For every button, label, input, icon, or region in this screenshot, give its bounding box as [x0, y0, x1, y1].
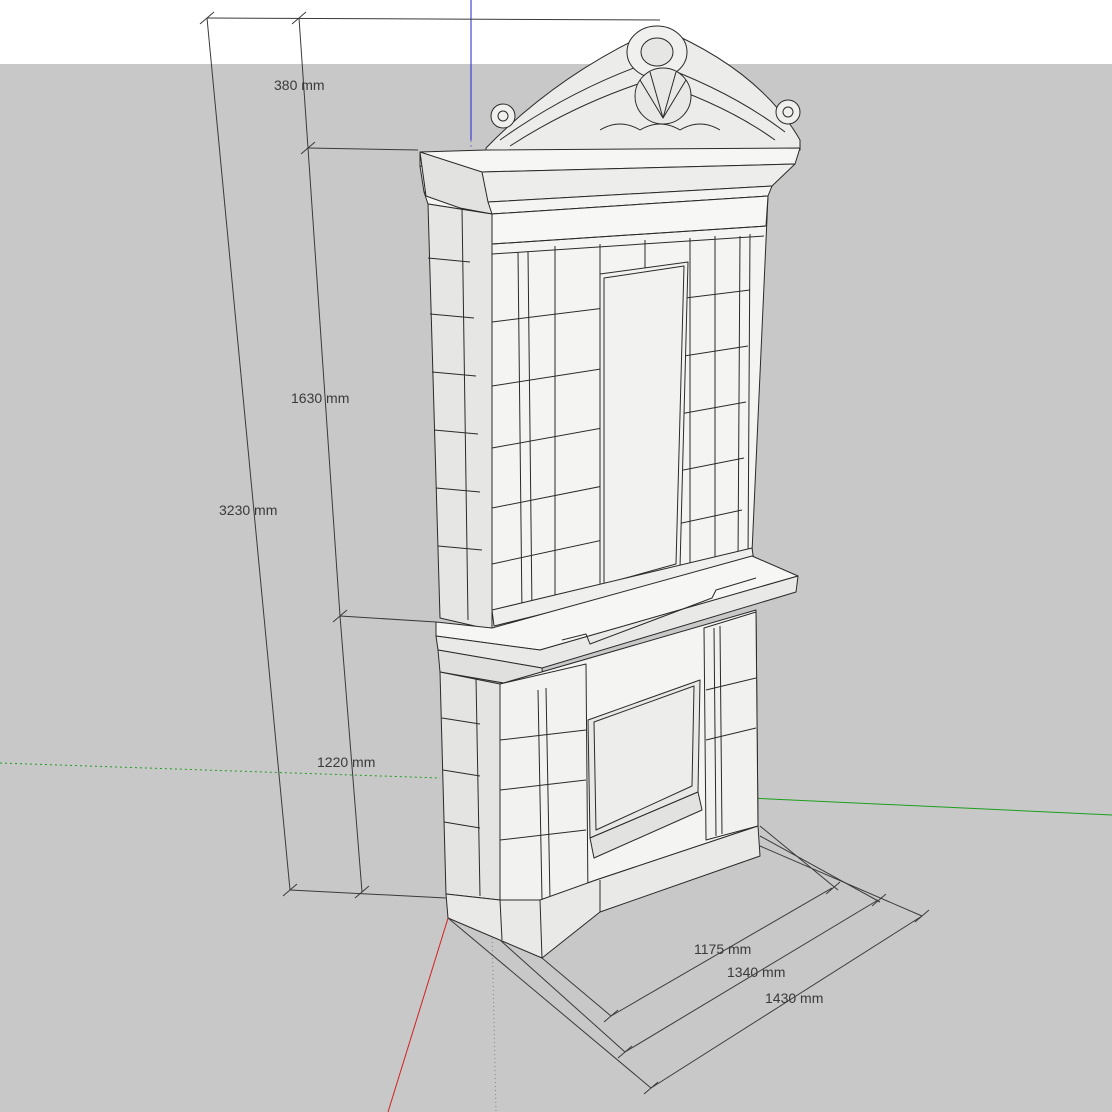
crest-ornament[interactable]	[485, 25, 801, 157]
dimension-label-depth-a: 1175 mm	[694, 941, 752, 957]
green-axis	[749, 797, 1112, 816]
dimension-label-firebox: 1220 mm	[317, 754, 376, 770]
red-axis	[387, 914, 450, 1112]
dimension-label-overmantel: 1630 mm	[291, 390, 350, 406]
model-viewport[interactable]: 380 mm 1630 mm 3230 mm 1220 mm 1175 mm 1…	[0, 0, 1112, 1112]
dimension-label-depth-b: 1340 mm	[727, 964, 786, 980]
dimension-label-depth-c: 1430 mm	[765, 990, 824, 1006]
fireplace-model[interactable]	[419, 25, 801, 959]
scene-canvas[interactable]	[0, 0, 1112, 1112]
overmantel-side[interactable]	[427, 203, 493, 631]
dimension-label-overall: 3230 mm	[219, 502, 278, 518]
dimension-label-crest: 380 mm	[274, 77, 325, 93]
